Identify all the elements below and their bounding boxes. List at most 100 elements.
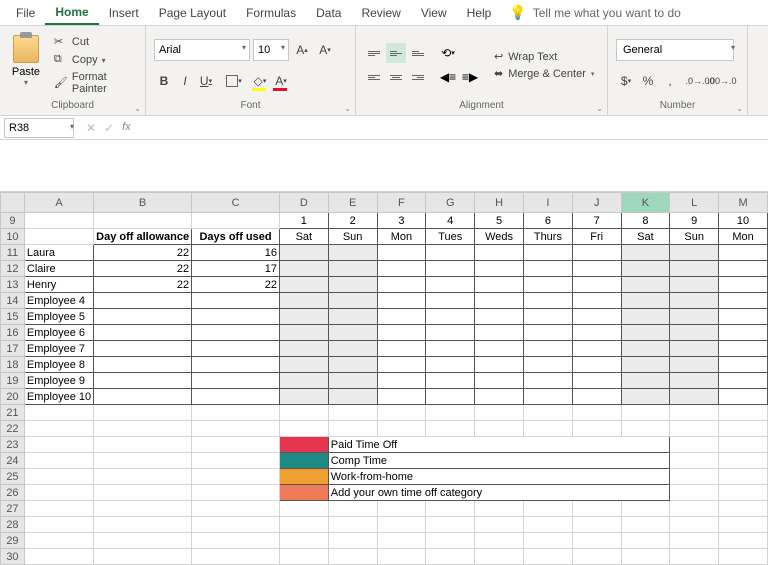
cell-M15[interactable] (719, 309, 768, 325)
cell-G27[interactable] (426, 501, 475, 517)
cell-B20[interactable] (94, 389, 192, 405)
col-header-F[interactable]: F (377, 193, 426, 213)
col-header-D[interactable]: D (279, 193, 328, 213)
cell-M19[interactable] (719, 373, 768, 389)
cell-I18[interactable] (523, 357, 572, 373)
cell-B19[interactable] (94, 373, 192, 389)
cell-D18[interactable] (279, 357, 328, 373)
cell-G17[interactable] (426, 341, 475, 357)
cell-K14[interactable] (621, 293, 670, 309)
cell-A11[interactable]: Laura (24, 245, 93, 261)
row-header-14[interactable]: 14 (1, 293, 25, 309)
font-name-select[interactable] (154, 39, 250, 61)
cell-I15[interactable] (523, 309, 572, 325)
align-middle-button[interactable] (386, 43, 406, 63)
cell-H13[interactable] (475, 277, 524, 293)
align-top-button[interactable] (364, 43, 384, 63)
cell-L14[interactable] (670, 293, 719, 309)
row-header-13[interactable]: 13 (1, 277, 25, 293)
increase-font-button[interactable]: A▴ (292, 40, 312, 60)
cell-B12[interactable]: 22 (94, 261, 192, 277)
cell-D11[interactable] (279, 245, 328, 261)
cell-L19[interactable] (670, 373, 719, 389)
cell-J16[interactable] (572, 325, 621, 341)
cell-E23[interactable]: Paid Time Off (328, 437, 670, 453)
cell-C22[interactable] (192, 421, 280, 437)
cell-D14[interactable] (279, 293, 328, 309)
tab-file[interactable]: File (6, 2, 45, 24)
cell-B9[interactable] (94, 213, 192, 229)
align-left-button[interactable] (364, 67, 384, 87)
cell-H19[interactable] (475, 373, 524, 389)
cell-C16[interactable] (192, 325, 280, 341)
cell-M12[interactable] (719, 261, 768, 277)
cell-H20[interactable] (475, 389, 524, 405)
enter-formula-button[interactable]: ✓ (104, 121, 114, 135)
row-header-10[interactable]: 10 (1, 229, 25, 245)
cell-B16[interactable] (94, 325, 192, 341)
tab-data[interactable]: Data (306, 2, 351, 24)
cell-B30[interactable] (94, 549, 192, 565)
cell-D30[interactable] (279, 549, 328, 565)
cell-H11[interactable] (475, 245, 524, 261)
cell-G30[interactable] (426, 549, 475, 565)
cell-F20[interactable] (377, 389, 426, 405)
cell-G11[interactable] (426, 245, 475, 261)
cell-E10[interactable]: Sun (328, 229, 377, 245)
cell-M27[interactable] (719, 501, 768, 517)
wrap-text-button[interactable]: ↩ Wrap Text (494, 50, 594, 63)
merge-center-button[interactable]: ⬌ Merge & Center ▾ (494, 67, 594, 80)
cell-K22[interactable] (621, 421, 670, 437)
cell-C27[interactable] (192, 501, 280, 517)
cell-C17[interactable] (192, 341, 280, 357)
cell-G14[interactable] (426, 293, 475, 309)
cell-B10[interactable]: Day off allowance (94, 229, 192, 245)
cell-J9[interactable]: 7 (572, 213, 621, 229)
cell-D19[interactable] (279, 373, 328, 389)
cell-D26[interactable] (279, 485, 328, 501)
col-header-C[interactable]: C (192, 193, 280, 213)
tell-me-search[interactable]: 💡 Tell me what you want to do (509, 4, 681, 21)
cell-L23[interactable] (670, 437, 719, 453)
format-painter-button[interactable]: 🖌 Format Painter (52, 70, 137, 96)
cell-I14[interactable] (523, 293, 572, 309)
cell-E18[interactable] (328, 357, 377, 373)
comma-button[interactable]: , (660, 71, 680, 91)
cell-L17[interactable] (670, 341, 719, 357)
cell-K21[interactable] (621, 405, 670, 421)
cell-L16[interactable] (670, 325, 719, 341)
cell-B13[interactable]: 22 (94, 277, 192, 293)
row-header-28[interactable]: 28 (1, 517, 25, 533)
tab-help[interactable]: Help (457, 2, 502, 24)
row-header-17[interactable]: 17 (1, 341, 25, 357)
cell-B11[interactable]: 22 (94, 245, 192, 261)
tab-page-layout[interactable]: Page Layout (149, 2, 236, 24)
cell-F12[interactable] (377, 261, 426, 277)
cell-M26[interactable] (719, 485, 768, 501)
cell-D24[interactable] (279, 453, 328, 469)
cell-A25[interactable] (24, 469, 93, 485)
cell-M11[interactable] (719, 245, 768, 261)
cell-F17[interactable] (377, 341, 426, 357)
cell-C9[interactable] (192, 213, 280, 229)
cell-C19[interactable] (192, 373, 280, 389)
tab-formulas[interactable]: Formulas (236, 2, 306, 24)
cell-J11[interactable] (572, 245, 621, 261)
cell-E20[interactable] (328, 389, 377, 405)
cell-L25[interactable] (670, 469, 719, 485)
cell-J22[interactable] (572, 421, 621, 437)
cell-L10[interactable]: Sun (670, 229, 719, 245)
cell-I21[interactable] (523, 405, 572, 421)
cell-E15[interactable] (328, 309, 377, 325)
cell-K17[interactable] (621, 341, 670, 357)
cell-A13[interactable]: Henry (24, 277, 93, 293)
decrease-indent-button[interactable]: ◀≡ (438, 67, 458, 87)
cell-A24[interactable] (24, 453, 93, 469)
fill-color-button[interactable]: ◇▾ (250, 71, 270, 91)
cell-A30[interactable] (24, 549, 93, 565)
cell-A12[interactable]: Claire (24, 261, 93, 277)
cell-H22[interactable] (475, 421, 524, 437)
decrease-decimal-button[interactable]: .00→.0 (712, 71, 732, 91)
cell-A22[interactable] (24, 421, 93, 437)
cell-J12[interactable] (572, 261, 621, 277)
